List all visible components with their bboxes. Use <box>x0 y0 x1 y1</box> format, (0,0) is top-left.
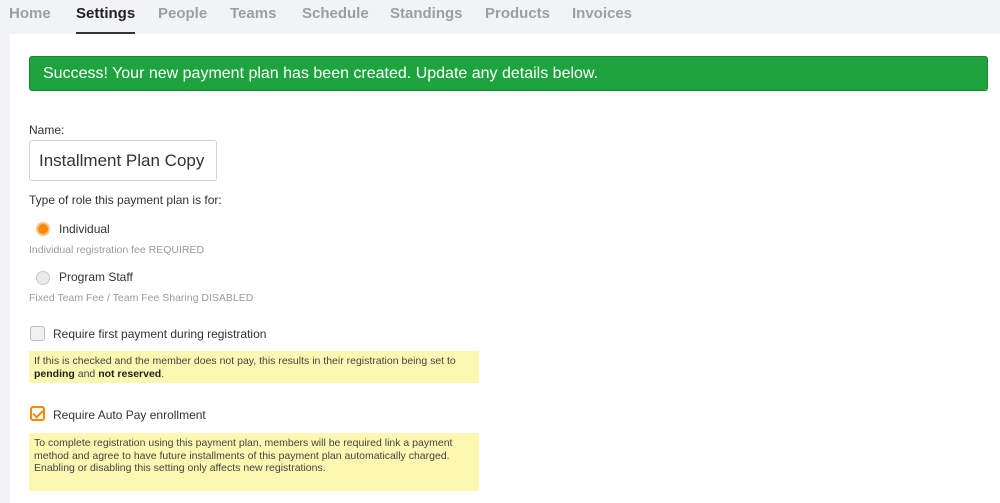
auto-pay-checkbox[interactable] <box>30 406 45 421</box>
auto-pay-note: To complete registration using this paym… <box>29 433 479 491</box>
tab-standings[interactable]: Standings <box>390 5 463 22</box>
first-payment-note-text: If this is checked and the member does n… <box>34 355 456 367</box>
success-banner: Success! Your new payment plan has been … <box>29 56 988 91</box>
first-payment-checkbox[interactable] <box>30 326 45 341</box>
left-gutter <box>0 34 10 503</box>
pending-text: pending <box>34 367 75 380</box>
name-input[interactable] <box>29 140 217 181</box>
name-label: Name: <box>29 123 65 137</box>
program-staff-hint: Fixed Team Fee / Team Fee Sharing DISABL… <box>29 292 254 304</box>
tab-people[interactable]: People <box>158 5 207 22</box>
radio-program-staff[interactable] <box>36 271 50 285</box>
tab-settings[interactable]: Settings <box>76 5 136 34</box>
first-payment-note-and: and <box>74 367 99 380</box>
tab-home[interactable]: Home <box>9 5 51 22</box>
tab-invoices[interactable]: Invoices <box>572 5 632 22</box>
role-type-label: Type of role this payment plan is for: <box>29 193 222 207</box>
auto-pay-label[interactable]: Require Auto Pay enrollment <box>53 408 206 422</box>
tab-products[interactable]: Products <box>485 5 550 22</box>
individual-hint: Individual registration fee REQUIRED <box>29 244 205 256</box>
not-reserved-text: not reserved <box>98 367 162 380</box>
radio-individual-label[interactable]: Individual <box>59 222 110 236</box>
first-payment-label[interactable]: Require first payment during registratio… <box>53 327 266 341</box>
radio-individual[interactable] <box>36 222 50 236</box>
top-nav: Home Settings People Teams Schedule Stan… <box>0 0 1000 34</box>
first-payment-note-end: . <box>161 367 165 380</box>
tab-schedule[interactable]: Schedule <box>302 5 369 22</box>
first-payment-note: If this is checked and the member does n… <box>29 351 479 383</box>
tab-teams[interactable]: Teams <box>230 5 276 22</box>
radio-program-staff-label[interactable]: Program Staff <box>59 270 133 284</box>
